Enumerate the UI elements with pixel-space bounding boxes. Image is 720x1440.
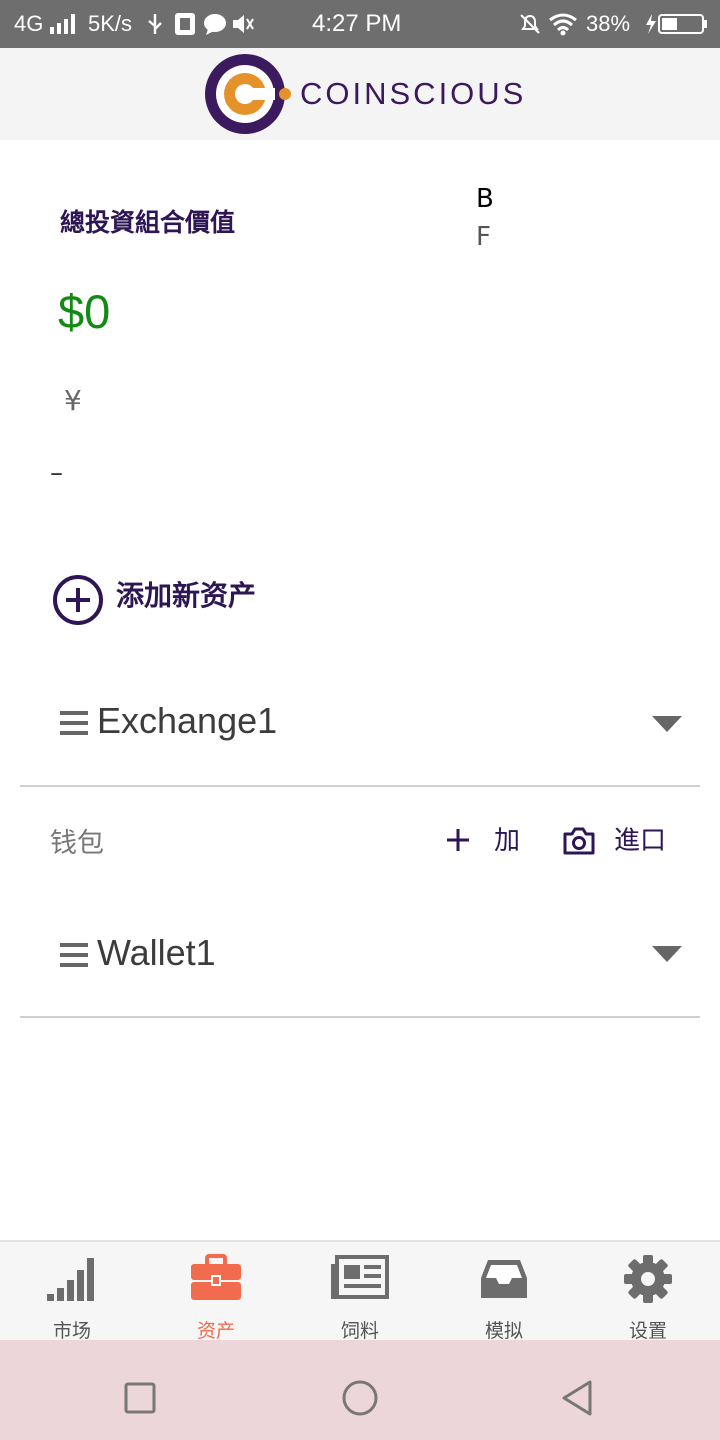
inbox-tray-icon: [481, 1260, 527, 1298]
currency-symbol: ¥: [64, 384, 82, 417]
network-speed: 5K/s: [88, 11, 133, 36]
camera-icon: [563, 827, 595, 855]
nav-label: 饲料: [340, 1320, 379, 1342]
divider: [20, 1016, 700, 1018]
nav-label: 设置: [628, 1320, 667, 1342]
nav-tab-simulate[interactable]: 模拟: [432, 1242, 576, 1342]
portfolio-value: $0: [58, 285, 111, 338]
newspaper-icon: [331, 1255, 389, 1299]
add-asset-label: 添加新资产: [116, 579, 257, 612]
chevron-down-icon[interactable]: [652, 946, 682, 964]
signal-bars-icon: [47, 1258, 94, 1301]
nav-label: 市场: [52, 1320, 91, 1342]
side-letter-f: F: [476, 222, 491, 252]
mute-icon: [233, 15, 254, 33]
import-label: 進口: [614, 826, 667, 856]
briefcase-icon: [191, 1254, 241, 1300]
exchange-row[interactable]: Exchange1: [20, 686, 700, 766]
battery-percent: 38%: [586, 11, 631, 36]
system-navigation-bar: [0, 1340, 720, 1440]
battery-charging-icon: [646, 14, 707, 34]
add-circle-icon: [53, 575, 103, 625]
menu-handle-icon: [60, 943, 88, 967]
nav-tab-market[interactable]: 市场: [0, 1242, 144, 1342]
nav-label: 模拟: [484, 1320, 523, 1342]
notifications-off-icon: [520, 14, 540, 34]
change-placeholder: –: [50, 458, 63, 488]
recent-apps-icon[interactable]: [124, 1382, 156, 1414]
portfolio-title: 總投資組合價值: [60, 208, 236, 237]
side-letter-b: B: [476, 184, 494, 214]
gear-icon: [624, 1255, 672, 1303]
app-notification-icon: [175, 13, 195, 35]
network-type: 4G: [14, 11, 44, 36]
status-bar: 4G 5K/s 4:27 PM 38%: [0, 0, 720, 48]
wallet-name: Wallet1: [97, 932, 216, 973]
bottom-navigation: 市场 资产 饲料 模拟 设置: [0, 1240, 720, 1342]
nav-tab-feed[interactable]: 饲料: [288, 1242, 432, 1342]
nav-tab-settings[interactable]: 设置: [576, 1242, 720, 1342]
back-icon[interactable]: [560, 1380, 594, 1416]
add-asset-button[interactable]: 添加新资产: [52, 572, 312, 628]
wifi-icon: [549, 13, 577, 36]
add-wallet-label: 加: [494, 826, 521, 856]
divider: [20, 785, 700, 787]
brand-name: COINSCIOUS: [300, 76, 527, 111]
wallet-row[interactable]: Wallet1: [20, 916, 700, 996]
chat-icon: [204, 14, 226, 35]
coinscious-logo-icon: [205, 54, 291, 134]
import-button[interactable]: 進口: [558, 818, 678, 862]
home-icon[interactable]: [342, 1380, 378, 1416]
add-wallet-button[interactable]: 加: [440, 818, 530, 862]
menu-handle-icon: [60, 711, 88, 735]
signal-strength-icon: [50, 14, 75, 34]
usb-icon: [148, 14, 162, 34]
plus-icon: [447, 829, 469, 851]
wallet-section-label: 钱包: [50, 828, 104, 859]
clock: 4:27 PM: [312, 10, 402, 37]
exchange-name: Exchange1: [97, 700, 278, 741]
nav-label: 资产: [196, 1320, 235, 1342]
app-header: COINSCIOUS: [0, 48, 720, 140]
nav-tab-assets[interactable]: 资产: [144, 1242, 288, 1342]
chevron-down-icon[interactable]: [652, 716, 682, 734]
